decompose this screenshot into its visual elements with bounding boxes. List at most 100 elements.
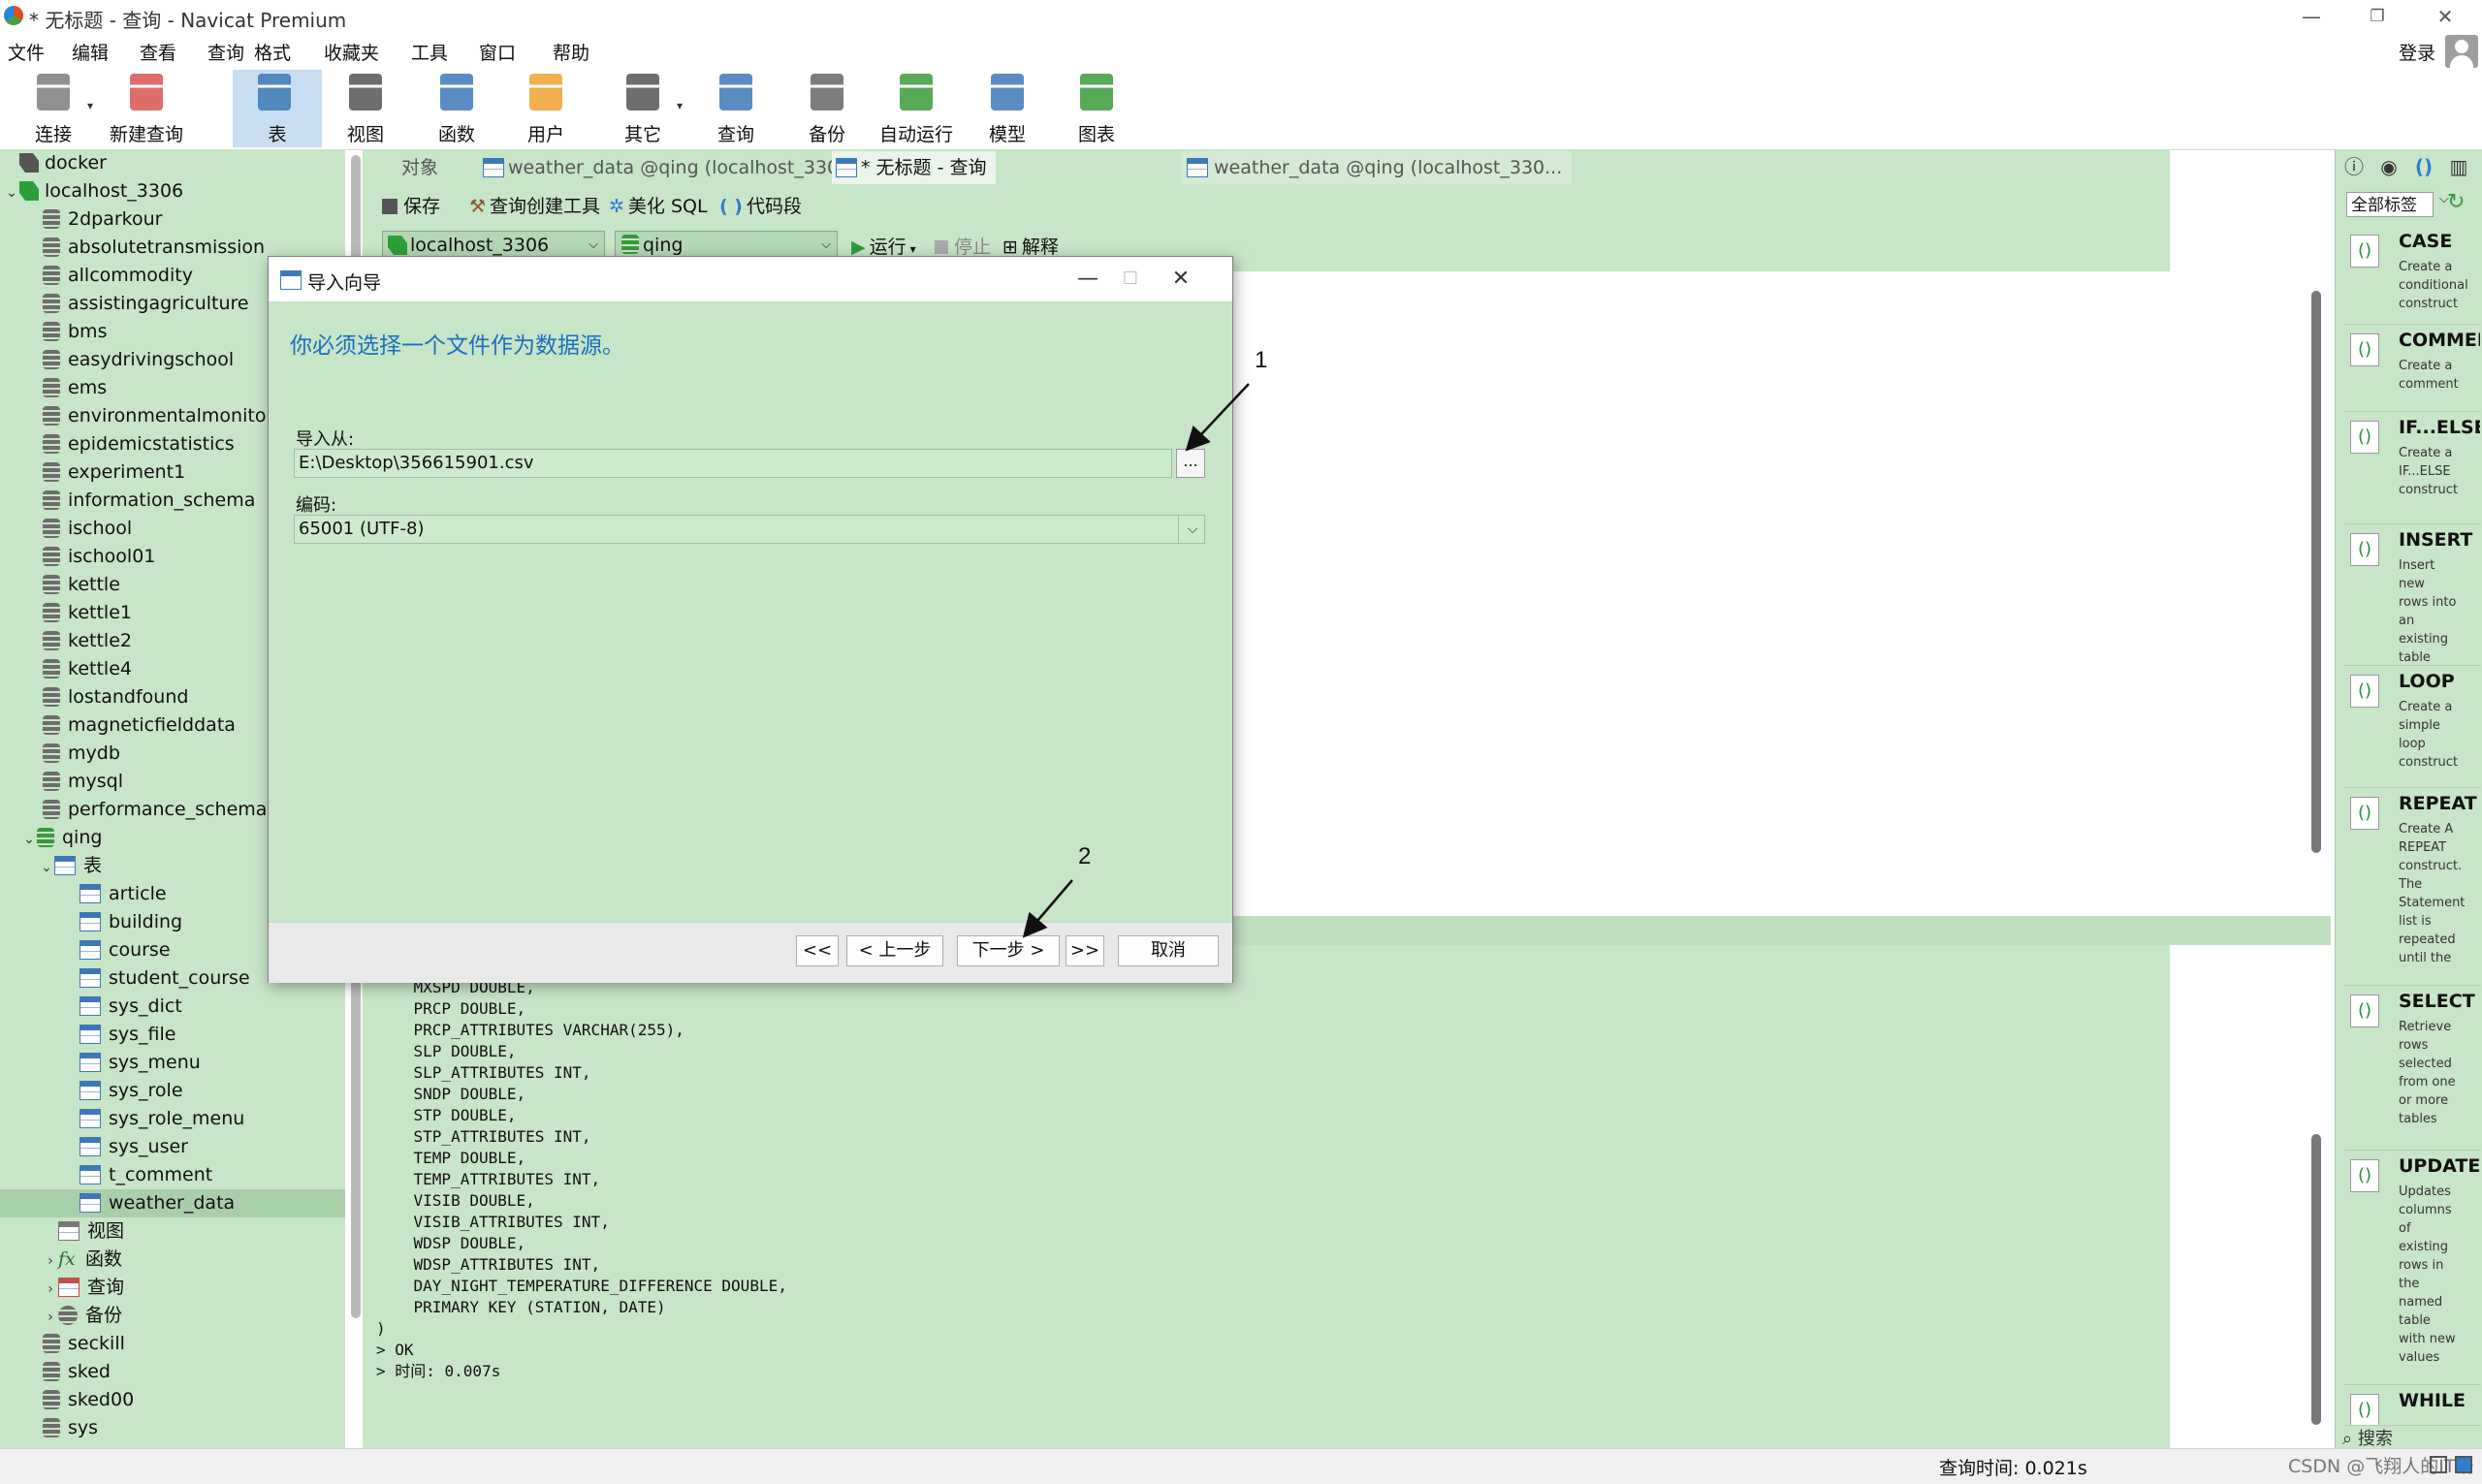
- tree-table[interactable]: sys_file: [0, 1021, 345, 1049]
- toolbar-tools-button[interactable]: 其它 ▾: [601, 70, 684, 147]
- snippet-item[interactable]: () CASE Create a conditional construct: [2344, 227, 2480, 325]
- toolbar-function-button[interactable]: 函数: [415, 70, 498, 147]
- chevron-right-icon[interactable]: ›: [43, 1276, 58, 1304]
- menu-format[interactable]: 格式: [254, 39, 291, 65]
- snippet-item[interactable]: () UPDATE Updates columns of existing rows…: [2344, 1152, 2480, 1385]
- query-icon: [58, 1278, 80, 1297]
- info-icon[interactable]: ⓘ: [2342, 155, 2366, 178]
- login-link[interactable]: 登录: [2399, 39, 2435, 65]
- toolbar-new-query-button[interactable]: 新建查询: [105, 70, 188, 147]
- toolbar-table-button[interactable]: 表: [233, 70, 322, 147]
- chevron-right-icon[interactable]: ›: [43, 1247, 58, 1276]
- chevron-down-icon[interactable]: ⌄: [4, 179, 19, 207]
- tab-untitled-query[interactable]: * 无标题 - 查询: [832, 151, 997, 184]
- tag-filter-select[interactable]: 全部标签: [2346, 192, 2434, 217]
- tree-table[interactable]: sys_user: [0, 1133, 345, 1161]
- tree-database[interactable]: 2dparkour: [0, 205, 345, 234]
- menu-view[interactable]: 查看: [140, 39, 176, 65]
- dialog-minimize-button[interactable]: —: [1064, 263, 1112, 296]
- previous-step-button[interactable]: < 上一步: [846, 935, 943, 966]
- snippet-item[interactable]: () WHILE: [2344, 1386, 2480, 1426]
- split-view-icon[interactable]: [2455, 1456, 2472, 1473]
- tree-database[interactable]: sked: [0, 1358, 345, 1386]
- menu-tools[interactable]: 工具: [411, 39, 448, 65]
- table-icon: [80, 968, 101, 988]
- layout-icon[interactable]: ▥: [2447, 155, 2470, 178]
- tree-connection[interactable]: docker: [0, 149, 345, 177]
- grid-view-icon[interactable]: [2430, 1456, 2447, 1473]
- tree-table[interactable]: weather_data: [0, 1189, 345, 1217]
- chevron-down-icon[interactable]: ⌄: [21, 826, 37, 854]
- toolbar-model-button[interactable]: 模型: [966, 70, 1049, 147]
- tab-weather-data-1[interactable]: weather_data @qing (localhost_330...: [479, 151, 866, 184]
- tree-table[interactable]: t_comment: [0, 1161, 345, 1189]
- toolbar-user-button[interactable]: 用户: [504, 70, 588, 147]
- snippet-item[interactable]: () COMMENT Create a comment: [2344, 326, 2480, 412]
- connection-select[interactable]: localhost_3306 ⌵: [382, 231, 605, 258]
- toolbar-backup-button[interactable]: 备份: [785, 70, 869, 147]
- menu-query[interactable]: 查询: [207, 39, 244, 65]
- close-window-button[interactable]: ✕: [2414, 0, 2476, 33]
- run-button[interactable]: ▶ 运行 ▾: [851, 233, 916, 259]
- snippet-item[interactable]: () REPEAT Create A REPEAT construct. The S…: [2344, 789, 2480, 986]
- snippet-item[interactable]: () IF...ELSE Create a IF...ELSE construct: [2344, 413, 2480, 524]
- explain-button[interactable]: ⊞ 解释: [1002, 233, 1059, 259]
- toolbar-query-button[interactable]: 查询: [694, 70, 778, 147]
- tree-group[interactable]: 视图: [0, 1217, 345, 1246]
- builder-label: 查询创建工具: [490, 196, 601, 217]
- query-builder-button[interactable]: ⚒ 查询创建工具: [469, 192, 600, 218]
- tree-table[interactable]: sys_role_menu: [0, 1105, 345, 1133]
- snippet-item[interactable]: () LOOP Create a simple loop construct: [2344, 667, 2480, 788]
- chevron-right-icon[interactable]: ›: [43, 1304, 58, 1332]
- tree-table[interactable]: sys_role: [0, 1077, 345, 1105]
- tree-database[interactable]: sked00: [0, 1386, 345, 1414]
- snippet-item[interactable]: () SELECT Retrieve rows selected from one …: [2344, 987, 2480, 1151]
- first-step-button[interactable]: <<: [796, 935, 839, 966]
- toolbar-chart-button[interactable]: 图表: [1055, 70, 1138, 147]
- snippet-title: INSERT: [2399, 529, 2473, 551]
- tree-group[interactable]: › fx 函数: [0, 1246, 345, 1274]
- chevron-down-icon[interactable]: ▾: [87, 99, 93, 112]
- menu-favorites[interactable]: 收藏夹: [324, 39, 379, 65]
- snippet-icon: (): [2350, 533, 2379, 566]
- save-button[interactable]: 保存: [382, 192, 440, 218]
- toolbar-view-button[interactable]: 视图: [324, 70, 407, 147]
- toolbar-label: 模型: [988, 124, 1026, 145]
- tab-objects[interactable]: 对象: [392, 151, 448, 184]
- tree-table[interactable]: sys_menu: [0, 1049, 345, 1077]
- menu-help[interactable]: 帮助: [553, 39, 589, 65]
- stop-button[interactable]: 停止: [935, 233, 991, 259]
- tree-table[interactable]: sys_dict: [0, 993, 345, 1021]
- code-snippet-button[interactable]: ( ) 代码段: [719, 192, 802, 218]
- maximize-button[interactable]: ❐: [2346, 0, 2408, 33]
- menu-file[interactable]: 文件: [8, 39, 45, 65]
- tree-item-label: performance_schema: [68, 799, 268, 820]
- user-avatar-icon[interactable]: [2445, 35, 2478, 68]
- editor-scrollbar[interactable]: [2311, 291, 2321, 853]
- tree-group[interactable]: › 查询: [0, 1274, 345, 1302]
- database-select[interactable]: qing ⌵: [615, 231, 838, 258]
- output-scrollbar[interactable]: [2311, 1134, 2321, 1425]
- eye-icon[interactable]: ◉: [2377, 155, 2401, 178]
- menu-window[interactable]: 窗口: [479, 39, 516, 65]
- tree-connection[interactable]: ⌄ localhost_3306: [0, 177, 345, 205]
- minimize-button[interactable]: —: [2280, 0, 2342, 33]
- encoding-label: 编码:: [296, 495, 337, 516]
- database-icon: [43, 519, 60, 538]
- chevron-down-icon[interactable]: ▾: [677, 99, 683, 112]
- tree-database[interactable]: sys: [0, 1414, 345, 1442]
- dialog-close-button[interactable]: ✕: [1157, 263, 1205, 296]
- snippet-search[interactable]: ⌕ 搜索: [2342, 1425, 2393, 1450]
- beautify-sql-button[interactable]: ✲ 美化 SQL: [609, 192, 708, 218]
- toolbar-auto-run-button[interactable]: 自动运行: [875, 70, 958, 147]
- snippet-item[interactable]: () INSERT Insert new rows into an existing…: [2344, 525, 2480, 666]
- braces-icon[interactable]: (): [2412, 155, 2435, 178]
- toolbar-plug-button[interactable]: 连接 ▾: [12, 70, 95, 147]
- refresh-icon[interactable]: ↻: [2447, 190, 2465, 214]
- tab-weather-data-2[interactable]: weather_data @qing (localhost_330...: [1181, 151, 1573, 184]
- tree-item-label: 表: [83, 855, 103, 876]
- menu-edit[interactable]: 编辑: [72, 39, 109, 65]
- tree-database[interactable]: seckill: [0, 1330, 345, 1358]
- chevron-down-icon[interactable]: ⌄: [39, 854, 54, 882]
- tree-group[interactable]: › 备份: [0, 1302, 345, 1330]
